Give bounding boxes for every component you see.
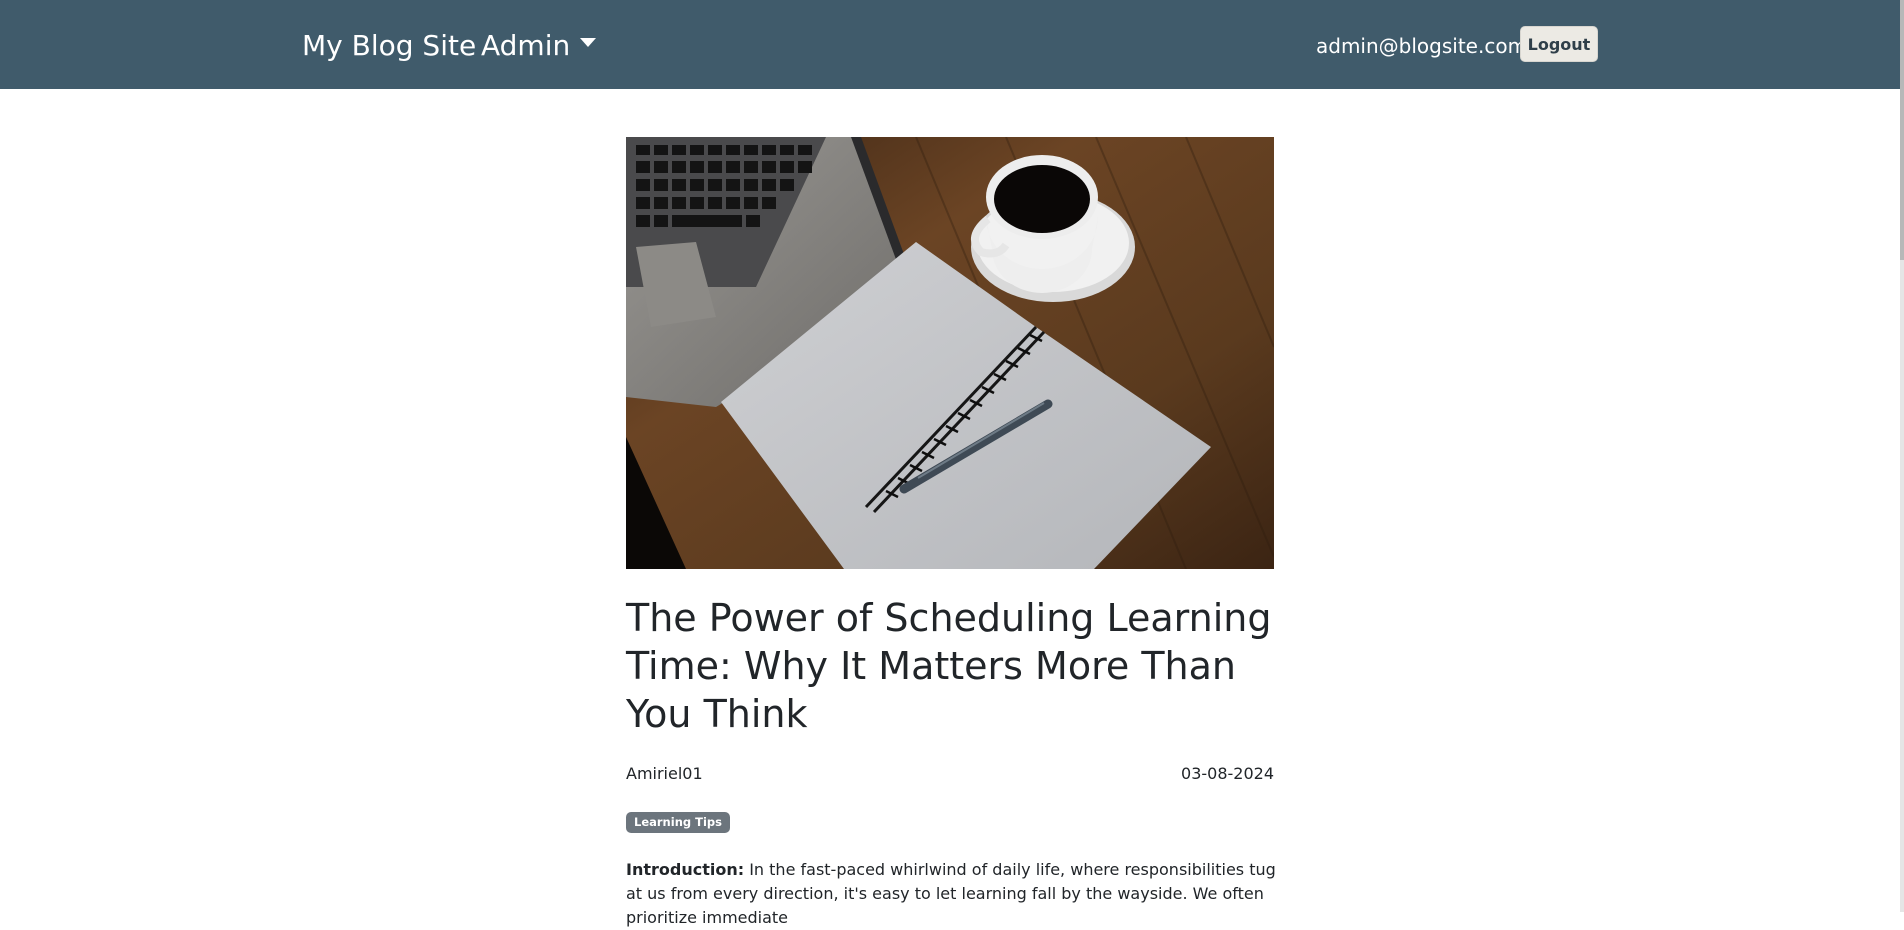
user-email: admin@blogsite.com (1316, 34, 1528, 58)
category-badge: Learning Tips (626, 812, 730, 833)
top-navbar: My Blog Site Admin admin@blogsite.com Lo… (0, 0, 1900, 89)
scrollbar-thumb[interactable] (1900, 0, 1904, 260)
admin-dropdown-label: Admin (481, 29, 571, 62)
admin-dropdown[interactable]: Admin (481, 27, 597, 65)
post-title: The Power of Scheduling Learning Time: W… (626, 596, 1272, 736)
post-date: 03-08-2024 (1181, 764, 1274, 783)
brand-link[interactable]: My Blog Site (302, 27, 476, 65)
page-scrollbar[interactable] (1900, 0, 1904, 912)
intro-label: Introduction: (626, 860, 745, 879)
post-author: Amiriel01 (626, 764, 703, 783)
caret-down-icon (580, 38, 597, 47)
logout-button[interactable]: Logout (1520, 26, 1598, 62)
post-intro: Introduction: In the fast-paced whirlwin… (626, 858, 1276, 930)
post-cover-image (626, 137, 1274, 569)
